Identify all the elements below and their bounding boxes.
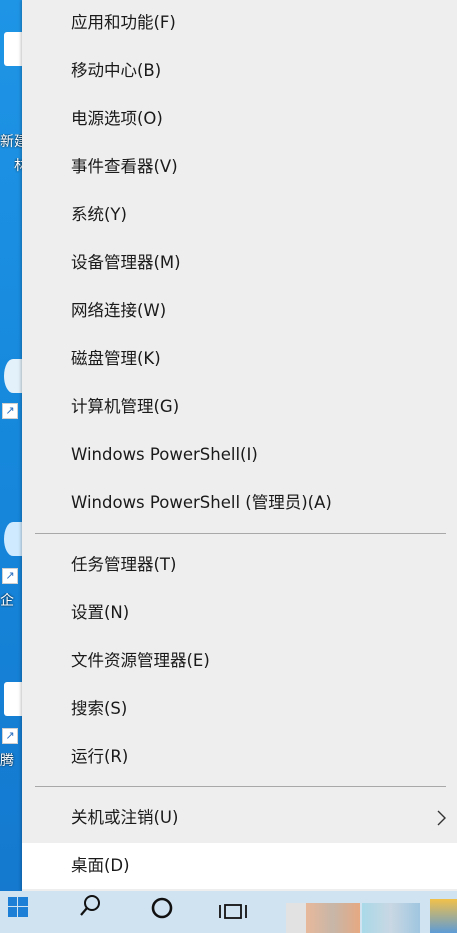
- taskbar: [0, 891, 457, 933]
- menu-item-label: 网络连接(W): [71, 301, 167, 320]
- desktop-icon-3[interactable]: ↗ 腾: [0, 680, 22, 775]
- menu-item-device-manager[interactable]: 设备管理器(M): [22, 240, 457, 286]
- menu-item-run[interactable]: 运行(R): [22, 734, 457, 780]
- app-icon: [4, 359, 22, 393]
- menu-item-event-viewer[interactable]: 事件查看器(V): [22, 144, 457, 190]
- menu-item-system[interactable]: 系统(Y): [22, 192, 457, 238]
- menu-item-label: 移动中心(B): [71, 61, 162, 80]
- menu-item-power-options[interactable]: 电源选项(O): [22, 96, 457, 142]
- taskbar-app-icon[interactable]: [306, 903, 360, 933]
- menu-separator: [35, 786, 446, 787]
- cortana-icon[interactable]: [146, 891, 178, 933]
- file-icon: [4, 32, 22, 66]
- menu-item-label: 关机或注销(U): [71, 808, 179, 827]
- menu-item-search[interactable]: 搜索(S): [22, 686, 457, 732]
- menu-item-label: 任务管理器(T): [71, 555, 177, 574]
- menu-item-task-manager[interactable]: 任务管理器(T): [22, 542, 457, 588]
- menu-item-settings[interactable]: 设置(N): [22, 590, 457, 636]
- menu-item-label: Windows PowerShell(I): [71, 445, 258, 464]
- task-view-icon[interactable]: [216, 891, 250, 933]
- menu-item-label: 设置(N): [71, 603, 130, 622]
- desktop-background: 新建 林 ↗ ↗ 企 ↗ 腾: [0, 0, 28, 895]
- shortcut-arrow-icon: ↗: [2, 403, 18, 419]
- taskbar-app-icon[interactable]: [362, 903, 420, 933]
- menu-item-label: 事件查看器(V): [71, 157, 178, 176]
- menu-item-label: Windows PowerShell (管理员)(A): [71, 493, 332, 512]
- desktop-icon-label: 腾: [0, 753, 14, 769]
- menu-item-disk-management[interactable]: 磁盘管理(K): [22, 336, 457, 382]
- menu-item-powershell[interactable]: Windows PowerShell(I): [22, 432, 457, 478]
- menu-item-network-connections[interactable]: 网络连接(W): [22, 288, 457, 334]
- desktop-icon-label: 企: [0, 593, 14, 609]
- shortcut-arrow-icon: ↗: [2, 728, 18, 744]
- menu-item-label: 搜索(S): [71, 699, 128, 718]
- menu-separator: [35, 533, 446, 534]
- menu-item-label: 计算机管理(G): [71, 397, 180, 416]
- winx-context-menu: 应用和功能(F) 移动中心(B) 电源选项(O) 事件查看器(V) 系统(Y) …: [22, 0, 457, 891]
- menu-item-label: 运行(R): [71, 747, 129, 766]
- desktop-icon-new[interactable]: 新建 林: [0, 28, 28, 174]
- menu-item-powershell-admin[interactable]: Windows PowerShell (管理员)(A): [22, 480, 457, 526]
- menu-item-label: 应用和功能(F): [71, 13, 176, 32]
- menu-item-desktop[interactable]: 桌面(D): [22, 843, 457, 889]
- menu-item-label: 磁盘管理(K): [71, 349, 161, 368]
- taskbar-app-icon[interactable]: [430, 899, 457, 933]
- menu-item-computer-management[interactable]: 计算机管理(G): [22, 384, 457, 430]
- chevron-right-icon: [437, 810, 446, 826]
- app-icon: [4, 522, 22, 556]
- menu-item-label: 桌面(D): [71, 856, 130, 875]
- menu-item-shutdown-signout[interactable]: 关机或注销(U): [22, 795, 457, 841]
- shortcut-arrow-icon: ↗: [2, 568, 18, 584]
- menu-item-label: 系统(Y): [71, 205, 127, 224]
- menu-item-label: 电源选项(O): [71, 109, 163, 128]
- menu-item-label: 设备管理器(M): [71, 253, 181, 272]
- menu-item-label: 文件资源管理器(E): [71, 651, 210, 670]
- menu-item-mobility-center[interactable]: 移动中心(B): [22, 48, 457, 94]
- desktop-icon-label: 新建: [0, 134, 22, 150]
- taskbar-app-icon[interactable]: [286, 903, 308, 933]
- search-icon[interactable]: [74, 891, 106, 933]
- desktop-icon-2[interactable]: ↗ 企: [0, 520, 22, 615]
- menu-item-apps-features[interactable]: 应用和功能(F): [22, 0, 457, 46]
- desktop-icon-1[interactable]: ↗: [0, 355, 22, 425]
- menu-item-file-explorer[interactable]: 文件资源管理器(E): [22, 638, 457, 684]
- app-icon: [4, 682, 22, 716]
- windows-start-icon[interactable]: [4, 891, 32, 933]
